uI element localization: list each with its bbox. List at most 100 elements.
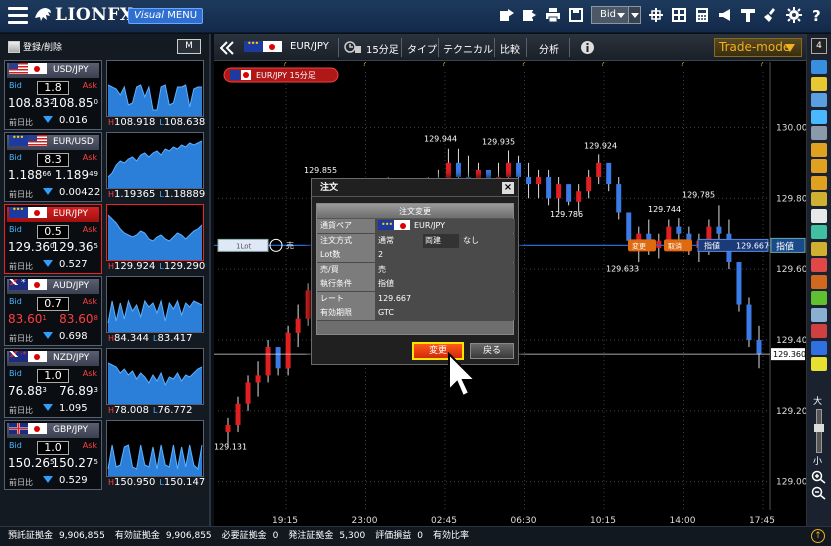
info-icon[interactable] — [580, 40, 595, 55]
vertical-line-icon[interactable] — [811, 159, 827, 173]
export-icon[interactable] — [499, 7, 515, 23]
gear-icon[interactable] — [786, 7, 802, 23]
pair-card[interactable]: EUR/JPYBidAsk0.5129.360129.365前日比0.527H1… — [4, 204, 206, 274]
zoom-in-icon[interactable] — [811, 470, 827, 484]
zoom-slider[interactable] — [814, 409, 824, 453]
channel-icon[interactable] — [811, 225, 827, 239]
compare-button[interactable]: 比較 — [500, 41, 520, 56]
color-bar-icon[interactable] — [811, 357, 827, 371]
event-marker[interactable]: ? — [442, 62, 446, 68]
hamburger-menu-icon[interactable] — [8, 7, 28, 25]
event-marker[interactable]: ? — [760, 62, 764, 68]
cursor-tool-icon[interactable] — [811, 208, 827, 223]
calculator-icon[interactable] — [694, 7, 710, 23]
sparkline-chart[interactable] — [106, 60, 204, 117]
erase-icon[interactable] — [811, 291, 827, 305]
announcement-icon[interactable] — [717, 7, 733, 23]
shape-tool-icon[interactable] — [811, 258, 827, 272]
close-icon[interactable]: × — [502, 182, 514, 194]
event-marker[interactable]: ? — [363, 62, 367, 68]
news-flag-icon[interactable] — [740, 7, 756, 23]
y-tick-label: 129.000 — [776, 478, 806, 488]
zoom-out-icon[interactable] — [811, 486, 827, 500]
ask-price[interactable]: 129.365 — [52, 240, 98, 254]
grid-layout-icon[interactable] — [671, 7, 687, 23]
sparkline-chart[interactable] — [106, 420, 204, 477]
gb-flag-icon — [9, 423, 28, 434]
collapse-panel-icon[interactable] — [220, 41, 234, 55]
bid-price[interactable]: 1.18866 — [8, 168, 51, 182]
event-marker[interactable]: ? — [283, 62, 287, 68]
broom-icon[interactable] — [763, 7, 779, 23]
refresh-icon[interactable] — [811, 340, 827, 355]
pair-card[interactable]: USD/JPY Bid Ask 1.8 108.832 108.850 前日比 0.016 H1… — [4, 60, 206, 130]
ask-label: Ask — [82, 225, 97, 234]
visual-menu-button[interactable]: Visual MENU — [128, 8, 204, 24]
technical-button[interactable]: テクニカル — [443, 41, 493, 56]
bid-ask-select[interactable]: Bid — [591, 6, 641, 24]
ask-price[interactable]: 150.275 — [52, 456, 98, 470]
ask-price[interactable]: 108.850 — [52, 96, 98, 110]
help-icon[interactable]: ? — [809, 7, 825, 23]
order-row-value: GTC — [375, 306, 515, 320]
fibonacci-icon[interactable] — [811, 192, 827, 206]
eu-flag-icon — [9, 207, 28, 218]
ask-price[interactable]: 83.608 — [59, 312, 98, 326]
rate-box[interactable]: EUR/USDBidAsk8.31.188661.18949前日比0.00422 — [4, 132, 102, 202]
arrow-tool-icon[interactable] — [811, 274, 827, 289]
lock-icon[interactable] — [811, 307, 827, 322]
back-button[interactable]: 戻る — [470, 343, 514, 359]
buy-sell-icon[interactable] — [811, 60, 827, 74]
sparkline-chart[interactable] — [106, 132, 204, 189]
timeframe-button[interactable]: 15分足 — [366, 41, 399, 56]
save-icon[interactable] — [568, 7, 584, 23]
print-icon[interactable] — [545, 7, 561, 23]
bid-price[interactable]: 76.883 — [8, 384, 47, 398]
trade-mode-dropdown[interactable]: Trade-mode — [714, 38, 802, 57]
rate-box[interactable]: NZD/JPYBidAsk1.076.88376.893前日比1.095 — [4, 348, 102, 418]
event-marker[interactable]: ? — [601, 62, 605, 68]
visual-label: Visual — [134, 10, 165, 21]
status-items: 預託証拠金 9,906,855 有効証拠金 9,906,855 必要証拠金 0 発注証拠金 5… — [8, 531, 475, 541]
layout-number-button[interactable]: 4 — [811, 38, 827, 54]
ask-price[interactable]: 76.893 — [59, 384, 98, 398]
horizontal-line-icon[interactable] — [811, 142, 827, 157]
zoom-slider-handle[interactable] — [814, 424, 824, 432]
analysis-button[interactable]: 分析 — [539, 41, 559, 56]
sparkline-chart[interactable] — [106, 348, 204, 405]
event-marker[interactable]: ? — [522, 62, 526, 68]
ask-price[interactable]: 1.18949 — [55, 168, 98, 182]
sparkline-chart[interactable] — [106, 204, 204, 261]
chart-settings-icon[interactable] — [811, 93, 827, 107]
pair-card[interactable]: GBP/JPY Bid Ask 1.0 150.265 150.275 前日比 0.529 H1… — [4, 420, 206, 490]
bid-price[interactable]: 83.601 — [8, 312, 47, 326]
pair-card[interactable]: AUD/JPYBidAsk0.783.60183.608前日比0.698H84.… — [4, 276, 206, 346]
trend-line-icon[interactable] — [811, 126, 827, 140]
text-tool-icon[interactable] — [811, 241, 827, 256]
scroll-up-icon[interactable]: ↑ — [811, 529, 825, 543]
rate-box[interactable]: AUD/JPYBidAsk0.783.60183.608前日比0.698 — [4, 276, 102, 346]
bid-price[interactable]: 150.265 — [8, 456, 54, 470]
rate-box[interactable]: USD/JPY Bid Ask 1.8 108.832 108.850 前日比 0.016 — [4, 60, 102, 130]
pair-card[interactable]: EUR/USDBidAsk8.31.188661.18949前日比0.00422… — [4, 132, 206, 202]
status-label: 有効証拠金 — [114, 531, 160, 541]
pair-card[interactable]: NZD/JPYBidAsk1.076.88376.893前日比1.095H78.… — [4, 348, 206, 418]
draw-line-icon[interactable] — [811, 109, 827, 124]
order-details: 注文変更 通貨ペアEUR/JPY注文方式通常両建なしLot数2売/買売執行条件指… — [316, 203, 515, 335]
rate-box[interactable]: EUR/JPYBidAsk0.5129.360129.365前日比0.527 — [4, 204, 102, 274]
crosshair-icon[interactable] — [648, 7, 664, 23]
bid-price[interactable]: 108.832 — [8, 96, 54, 110]
chart-pair[interactable]: EUR/JPY — [290, 41, 329, 52]
import-icon[interactable] — [522, 7, 538, 23]
bell-icon[interactable] — [811, 76, 827, 91]
chart-type-button[interactable]: タイプ — [407, 41, 437, 56]
event-marker[interactable]: ? — [681, 62, 685, 68]
m-button[interactable]: M — [177, 39, 201, 54]
sparkline-chart[interactable] — [106, 276, 204, 333]
bid-price[interactable]: 129.360 — [8, 240, 54, 254]
alert-line-icon[interactable] — [811, 324, 827, 338]
rate-box[interactable]: GBP/JPY Bid Ask 1.0 150.265 150.275 前日比 0.529 — [4, 420, 102, 490]
register-delete-button[interactable]: 登録/削除 — [8, 40, 62, 53]
change-button[interactable]: 変更 — [412, 342, 464, 360]
parallel-line-icon[interactable] — [811, 175, 827, 190]
